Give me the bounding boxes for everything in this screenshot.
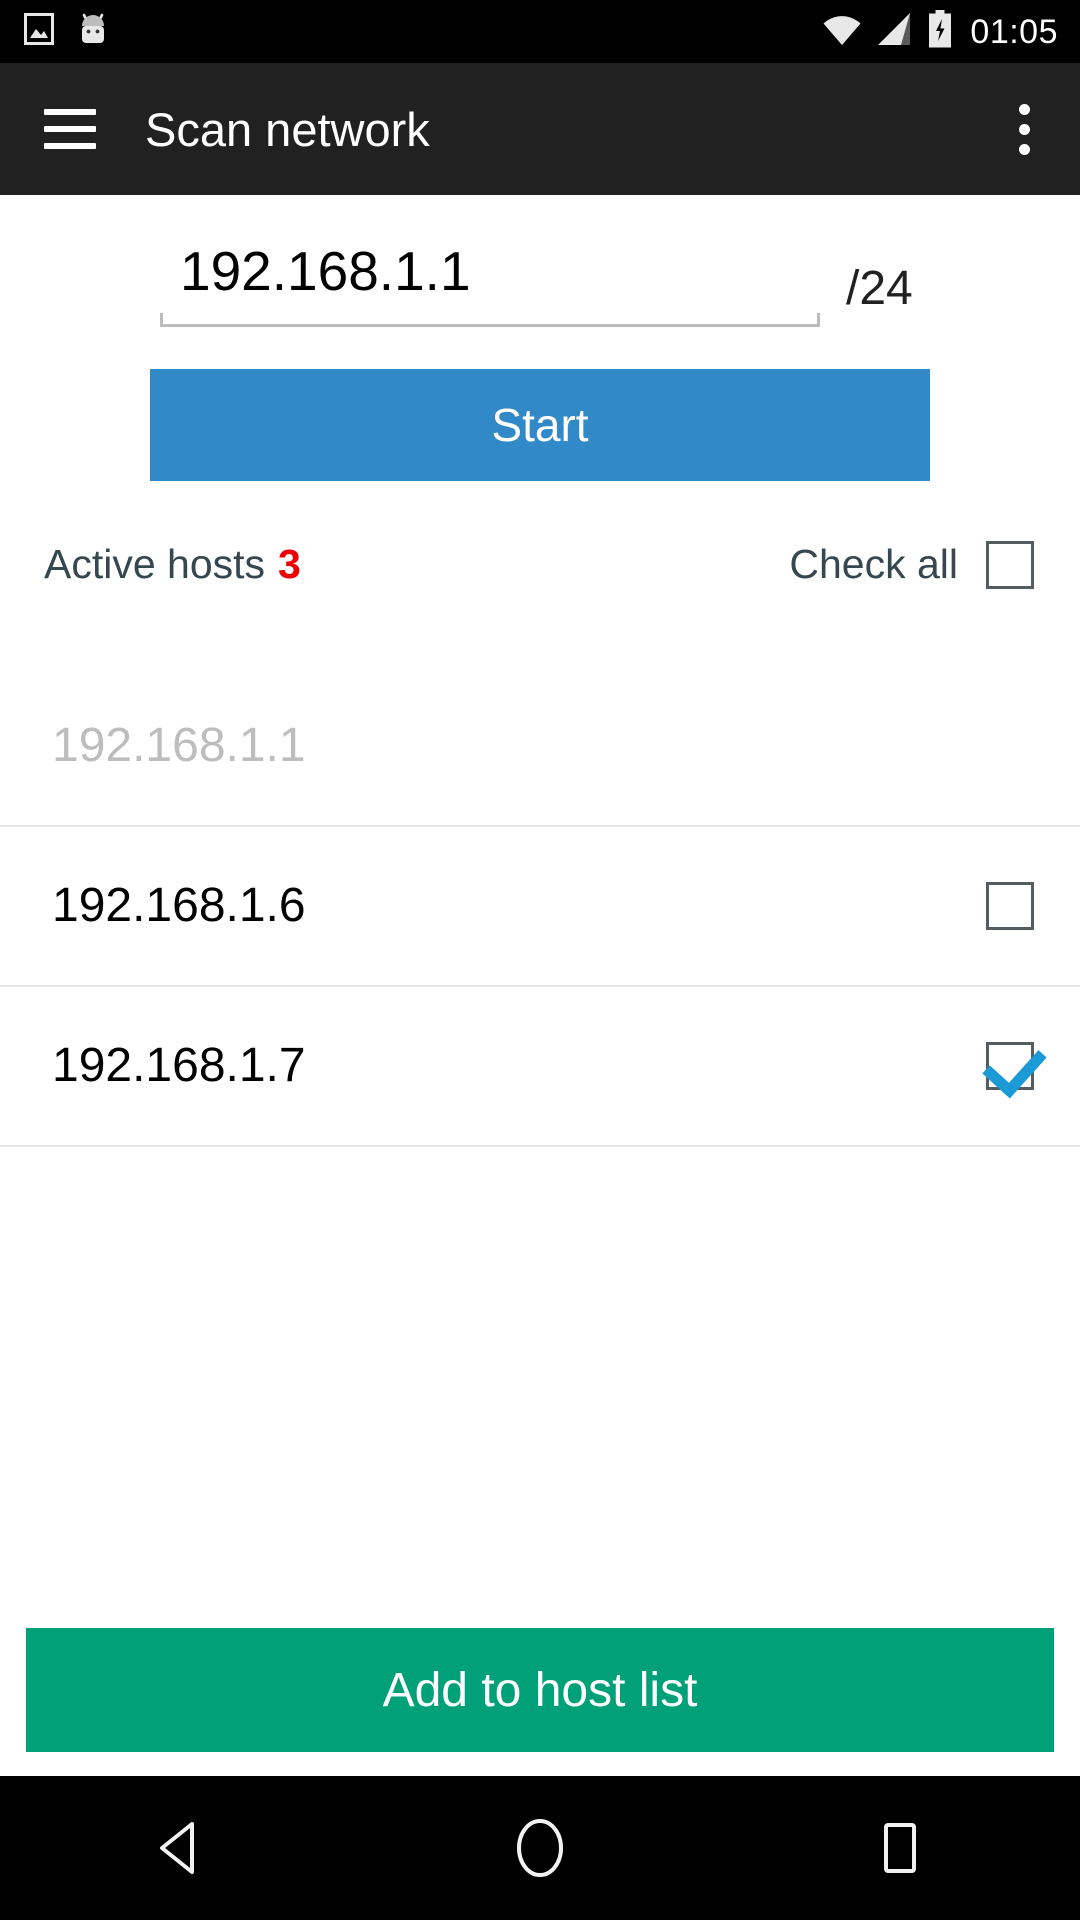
check-all-label: Check all xyxy=(789,541,958,588)
wifi-icon xyxy=(821,12,863,51)
host-row: 192.168.1.1 xyxy=(0,667,1080,827)
overflow-menu-icon[interactable] xyxy=(994,89,1054,169)
ip-input-underline xyxy=(160,312,820,327)
host-ip-label: 192.168.1.7 xyxy=(52,1038,306,1092)
cidr-suffix-label: /24 xyxy=(846,261,913,315)
host-list[interactable]: 192.168.1.1 192.168.1.6 192.168.1.7 xyxy=(0,667,1080,1628)
host-select-checkbox[interactable] xyxy=(986,1041,1034,1090)
active-hosts-status: Active hosts 3 xyxy=(44,541,301,588)
results-header-row: Active hosts 3 Check all xyxy=(0,529,1080,601)
host-row[interactable]: 192.168.1.6 xyxy=(0,827,1080,987)
image-icon xyxy=(24,13,54,50)
host-ip-label: 192.168.1.1 xyxy=(52,718,306,772)
status-bar-system-icons: 01:05 xyxy=(821,10,1058,53)
hamburger-menu-icon[interactable] xyxy=(44,109,96,149)
recents-square-icon[interactable] xyxy=(820,1776,980,1920)
status-bar-clock: 01:05 xyxy=(970,12,1058,51)
active-hosts-label: Active hosts xyxy=(44,541,266,588)
cellular-signal-icon xyxy=(876,12,914,51)
main-content: /24 Start Active hosts 3 Check all 192.1… xyxy=(0,195,1080,1776)
status-bar-notifications xyxy=(24,12,110,51)
status-bar: 01:05 xyxy=(0,0,1080,63)
app-bar: Scan network xyxy=(0,63,1080,195)
check-all-checkbox[interactable] xyxy=(986,540,1034,589)
page-title: Scan network xyxy=(145,102,430,156)
add-to-host-list-button[interactable]: Add to host list xyxy=(26,1628,1054,1752)
check-all-group[interactable]: Check all xyxy=(789,540,1034,589)
ip-field-wrapper xyxy=(160,241,820,327)
active-hosts-count: 3 xyxy=(278,541,301,588)
battery-charging-icon xyxy=(927,10,953,53)
host-row[interactable]: 192.168.1.7 xyxy=(0,987,1080,1147)
home-circle-icon[interactable] xyxy=(460,1776,620,1920)
host-select-checkbox[interactable] xyxy=(986,881,1034,930)
ip-address-input[interactable] xyxy=(160,241,820,313)
android-robot-icon xyxy=(76,12,110,51)
ip-input-row: /24 xyxy=(0,195,1080,327)
back-triangle-icon[interactable] xyxy=(100,1776,260,1920)
bottom-action-bar: Add to host list xyxy=(0,1628,1080,1776)
start-scan-button[interactable]: Start xyxy=(150,368,930,481)
android-navigation-bar xyxy=(0,1776,1080,1920)
host-ip-label: 192.168.1.6 xyxy=(52,878,306,932)
phone-screen: 01:05 Scan network /24 Start Active host… xyxy=(0,0,1080,1920)
